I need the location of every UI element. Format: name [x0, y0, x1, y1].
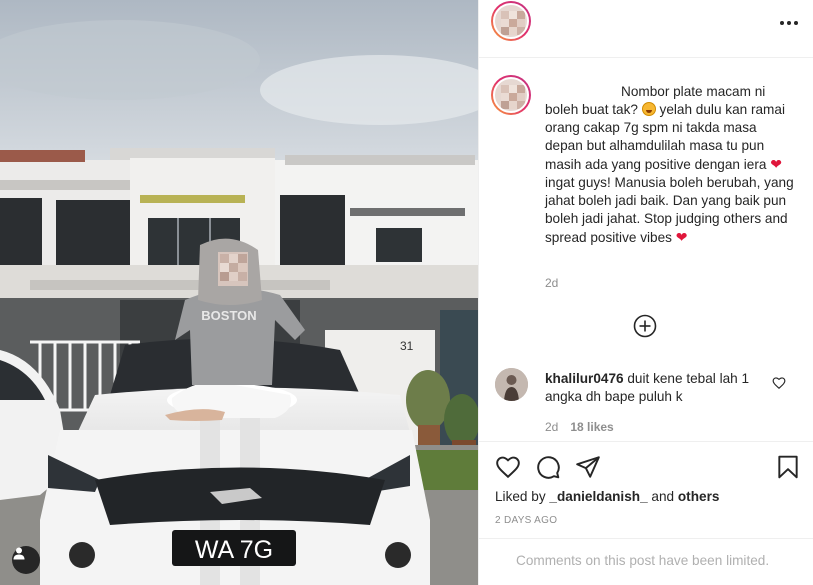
license-plate-text: WA 7G: [195, 536, 273, 564]
liked-by-user[interactable]: _danieldanish_: [549, 489, 647, 504]
liked-by-prefix: Liked by: [495, 489, 550, 504]
comment-button[interactable]: [535, 454, 561, 480]
surprised-face-emoji-icon: [641, 102, 656, 116]
comment-like-button[interactable]: [772, 376, 786, 390]
author-avatar[interactable]: [491, 1, 531, 41]
liked-by-summary: Liked by _danieldanish_ and others: [495, 489, 719, 504]
paper-plane-icon: [576, 456, 600, 478]
more-options-button[interactable]: [780, 18, 798, 28]
house-number: 31: [400, 339, 414, 353]
comment-body: khalilur0476 duit kene tebal lah 1 angka…: [545, 370, 765, 406]
comment-timestamp[interactable]: 2d: [545, 420, 558, 434]
load-more-comments-button[interactable]: [633, 314, 657, 338]
comment-username[interactable]: khalilur0476: [545, 371, 624, 386]
caption-timestamp[interactable]: 2d: [545, 276, 558, 290]
comment-bubble-icon: [537, 456, 560, 479]
post-photo[interactable]: 31 WA 7G BOSTON: [0, 0, 478, 585]
commenter-avatar-icon: [495, 368, 528, 401]
caption-line-1: Nombor plate macam ni: [621, 84, 766, 99]
caption-part-3: ingat guys! Manusia boleh berubah, yang …: [545, 175, 794, 245]
comment-likes-count[interactable]: 18 likes: [570, 420, 613, 434]
comments-limited-notice: Comments on this post have been limited.: [479, 538, 813, 585]
avatar-blurred-icon: [493, 77, 529, 113]
heart-outline-icon: [772, 377, 786, 390]
like-button[interactable]: [495, 454, 521, 480]
photo-illustration: 31 WA 7G BOSTON: [0, 0, 478, 585]
caption-part-1: boleh buat tak?: [545, 102, 642, 117]
bookmark-icon: [778, 455, 798, 479]
plus-circle-icon: [633, 314, 657, 338]
comments-limited-text: Comments on this post have been limited.: [516, 553, 770, 568]
commenter-avatar[interactable]: [495, 368, 528, 401]
liked-by-others[interactable]: others: [678, 489, 720, 504]
save-button[interactable]: [775, 454, 801, 480]
tagged-users-button[interactable]: [12, 546, 40, 574]
share-button[interactable]: [575, 454, 601, 480]
red-heart-emoji-icon: ❤: [770, 156, 782, 172]
liked-by-mid: and: [647, 489, 678, 504]
caption-text: Nombor plate macam ni boleh buat tak? yel…: [545, 83, 795, 247]
caption-author-avatar[interactable]: [491, 75, 531, 115]
face-blur: [220, 254, 247, 281]
more-options-icon: [780, 21, 784, 25]
user-icon: [13, 547, 25, 560]
post-date[interactable]: 2 DAYS AGO: [495, 515, 557, 526]
comment-item: khalilur0476 duit kene tebal lah 1 angka…: [479, 368, 813, 438]
post-side-panel: Nombor plate macam ni boleh buat tak? yel…: [478, 0, 813, 585]
post-actions: Liked by _danieldanish_ and others 2 DAY…: [479, 441, 813, 539]
heart-outline-icon: [496, 456, 520, 479]
red-heart-emoji-icon: ❤: [675, 229, 688, 245]
post-header: [479, 0, 813, 58]
comment-meta: 2d 18 likes: [545, 420, 614, 434]
avatar-blurred-icon: [493, 3, 529, 39]
sweater-text: BOSTON: [201, 308, 256, 323]
